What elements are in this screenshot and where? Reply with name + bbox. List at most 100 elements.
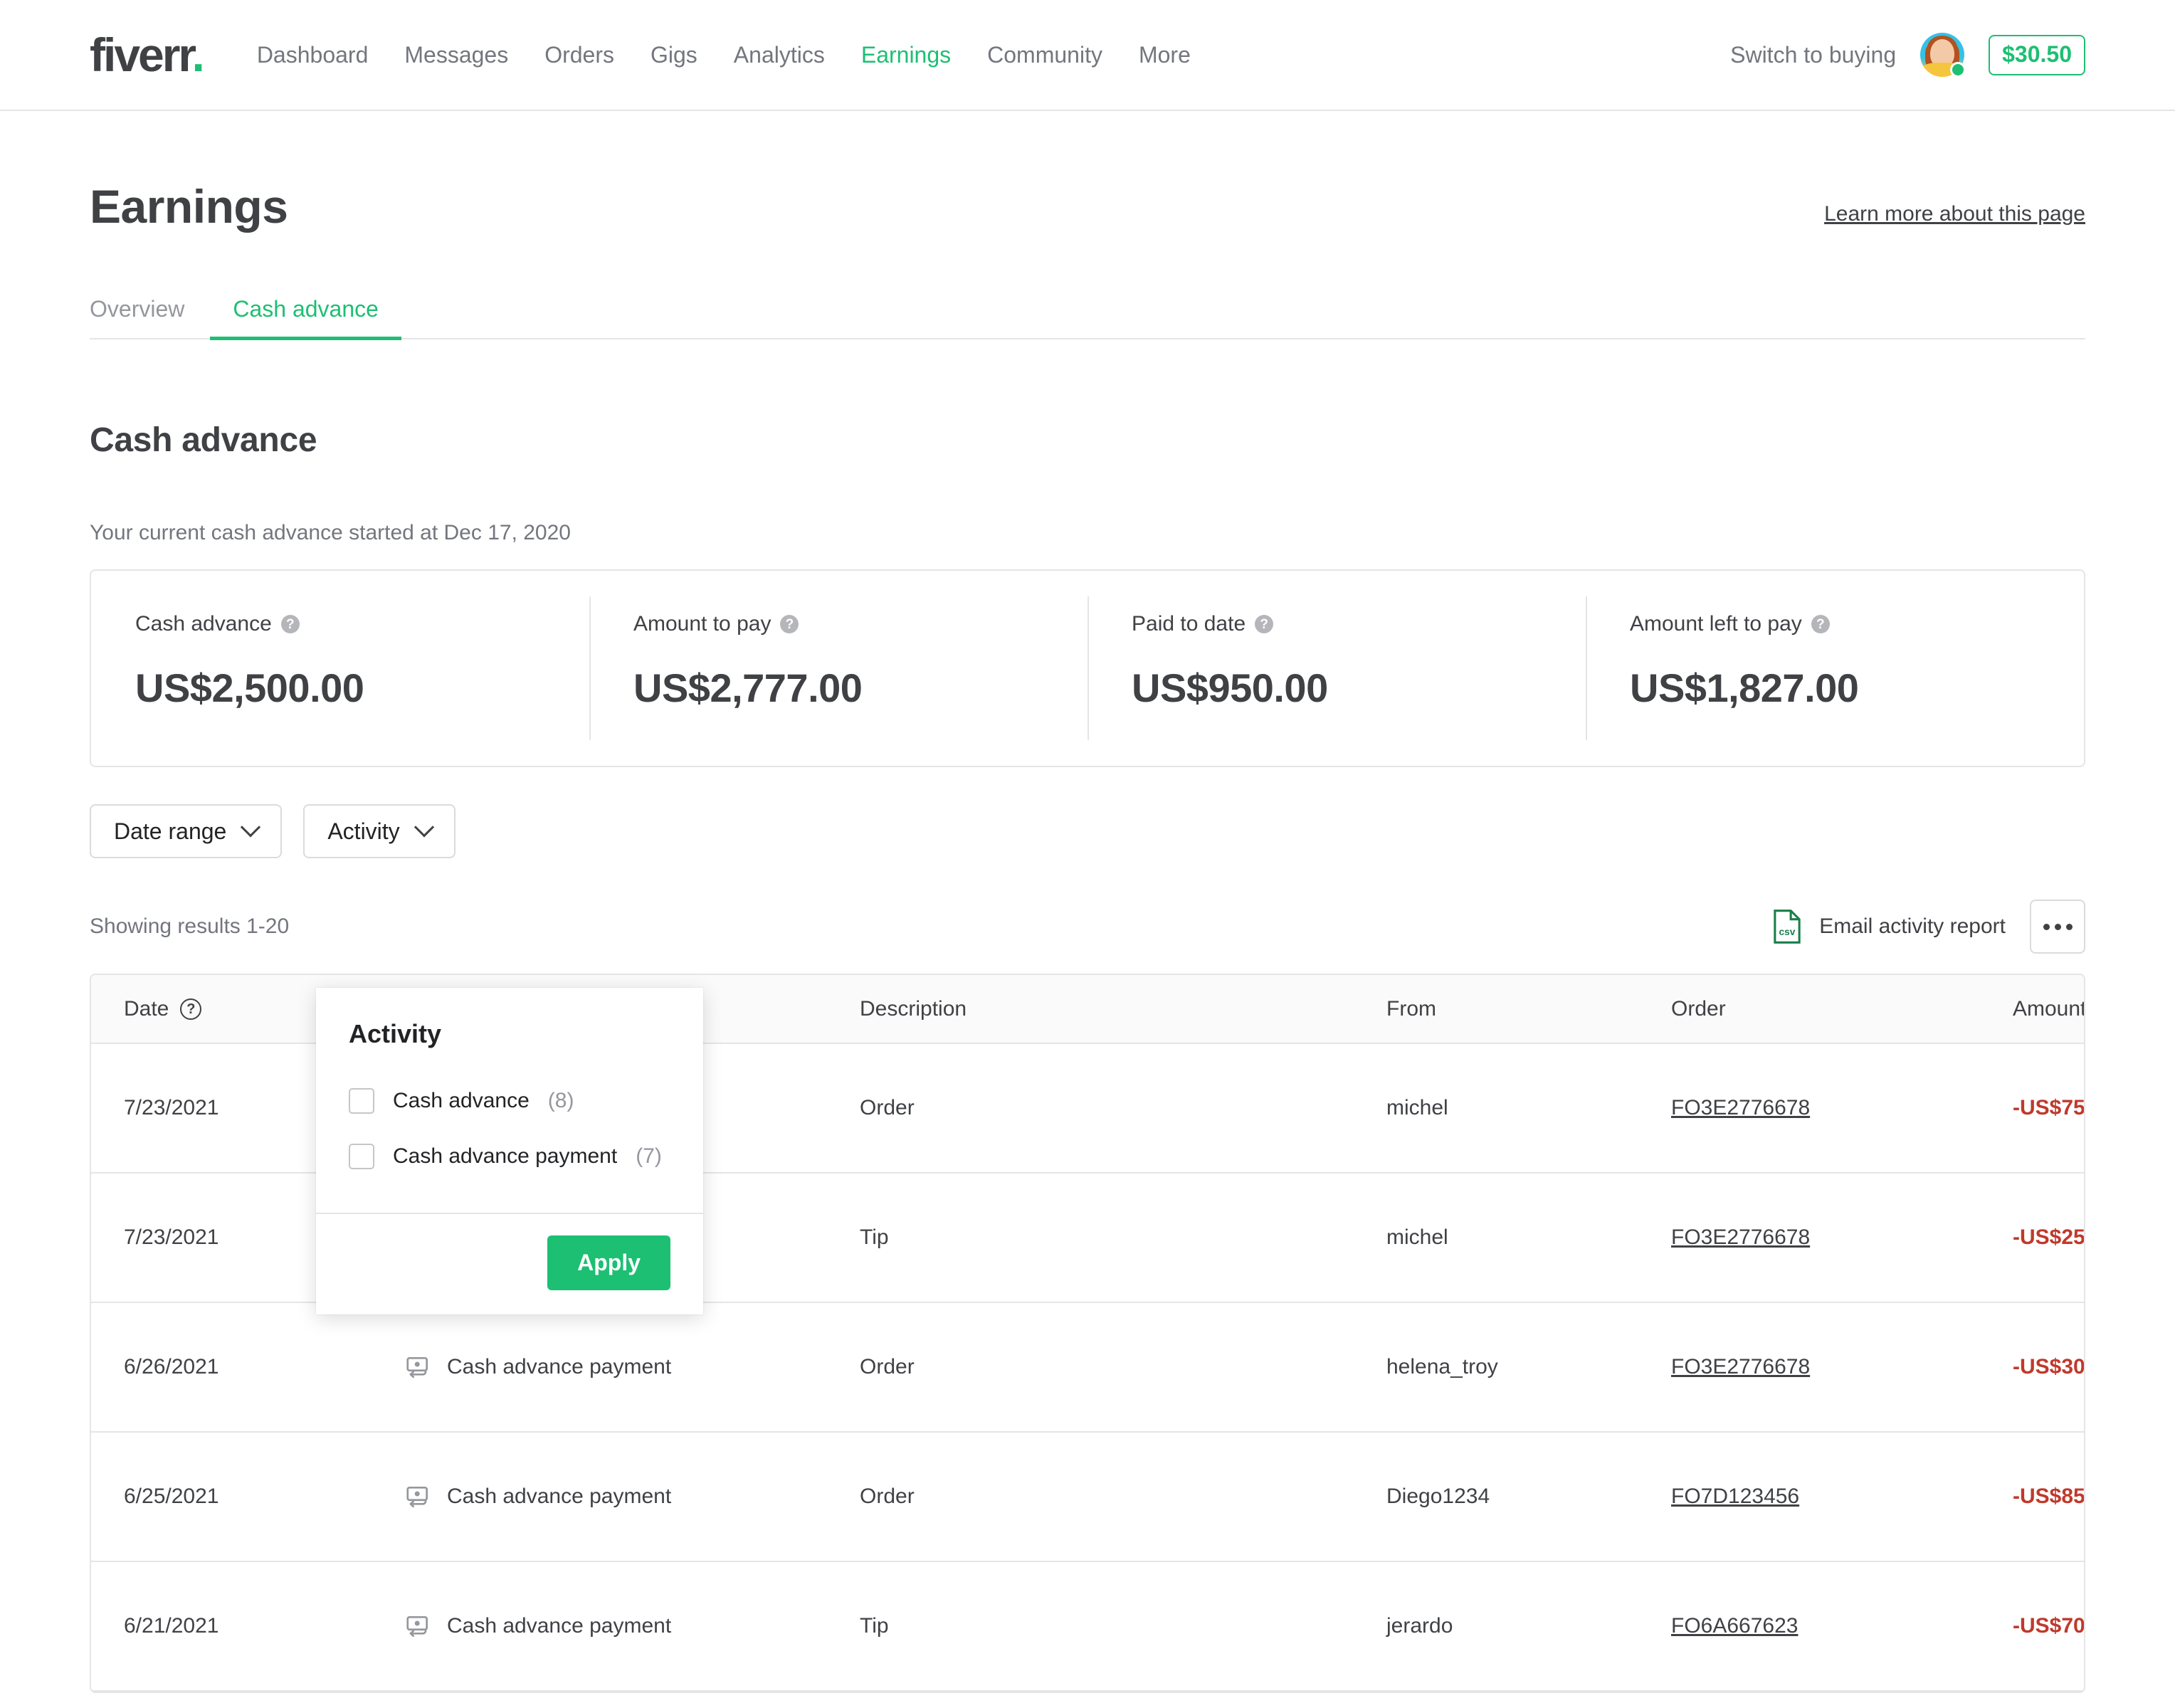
checkbox-cash-advance-payment[interactable]: [349, 1144, 374, 1169]
more-options-button[interactable]: [2030, 900, 2085, 954]
activity-filter-dropdown: Activity Cash advance (8) Cash advance p…: [316, 988, 703, 1314]
summary-label-amount-to-pay: Amount to pay ?: [633, 612, 1088, 636]
dot-icon: [2055, 924, 2061, 930]
column-header-date-label: Date: [124, 997, 169, 1021]
summary-label-text: Amount to pay: [633, 612, 771, 636]
cell-order: FO7D123456: [1671, 1432, 2013, 1561]
cell-amount: -US$85.00: [2013, 1432, 2084, 1561]
top-navigation-bar: fiverr. Dashboard Messages Orders Gigs A…: [0, 0, 2175, 111]
nav-item-orders[interactable]: Orders: [544, 42, 614, 68]
summary-cell-amount-to-pay: Amount to pay ? US$2,777.00: [589, 571, 1088, 766]
cell-activity: Cash advance payment: [404, 1561, 860, 1691]
column-header-order: Order: [1671, 975, 2013, 1043]
help-icon[interactable]: ?: [281, 615, 300, 633]
table-row: 6/21/2021 Cash advance payment: [91, 1561, 2084, 1691]
order-link[interactable]: FO6A667623: [1671, 1614, 1798, 1638]
summary-label-text: Amount left to pay: [1630, 612, 1802, 636]
learn-more-link[interactable]: Learn more about this page: [1824, 202, 2085, 233]
nav-item-dashboard[interactable]: Dashboard: [257, 42, 369, 68]
summary-label-text: Paid to date: [1132, 612, 1246, 636]
switch-to-buying-link[interactable]: Switch to buying: [1730, 42, 1896, 68]
logo-dot: .: [191, 28, 202, 81]
summary-label-cash-advance: Cash advance ?: [135, 612, 589, 636]
section-title: Cash advance: [90, 421, 2085, 460]
avatar[interactable]: [1920, 33, 1964, 77]
nav-item-messages[interactable]: Messages: [404, 42, 508, 68]
apply-button[interactable]: Apply: [547, 1235, 670, 1290]
cell-amount: -US$30.00: [2013, 1302, 2084, 1432]
table-row: 6/25/2021 Cash advance payment: [91, 1432, 2084, 1561]
csv-file-icon: csv: [1772, 910, 1802, 944]
activity-option-count: (7): [636, 1144, 662, 1169]
dot-icon: [2066, 924, 2073, 930]
cell-description: Order: [860, 1432, 1386, 1561]
column-header-description: Description: [860, 975, 1386, 1043]
cell-activity-label: Cash advance payment: [447, 1355, 671, 1379]
column-header-from: From: [1386, 975, 1671, 1043]
cell-order: FO3E2776678: [1671, 1302, 2013, 1432]
cash-advance-start-text: Your current cash advance started at Dec…: [90, 521, 2085, 545]
activity-filter-label: Activity: [327, 818, 399, 845]
cell-amount: -US$25.00: [2013, 1173, 2084, 1302]
order-link[interactable]: FO3E2776678: [1671, 1096, 1810, 1119]
nav-item-more[interactable]: More: [1139, 42, 1191, 68]
cash-advance-payment-icon: [404, 1354, 431, 1381]
results-toolbar: Showing results 1-20 csv Email activity …: [90, 900, 2085, 954]
email-activity-report-button[interactable]: csv Email activity report: [1772, 910, 2006, 944]
activity-dropdown-options: Cash advance (8) Cash advance payment (7…: [316, 1049, 703, 1213]
activity-dropdown-title: Activity: [316, 988, 703, 1049]
filter-bar: Date range Activity: [90, 804, 2085, 858]
column-header-amount: Amount: [2013, 975, 2084, 1043]
cell-amount: -US$70.00: [2013, 1561, 2084, 1691]
order-link[interactable]: FO7D123456: [1671, 1485, 1799, 1508]
tab-cash-advance[interactable]: Cash advance: [210, 296, 401, 338]
date-range-filter-label: Date range: [114, 818, 226, 845]
activity-option-cash-advance[interactable]: Cash advance (8): [349, 1073, 670, 1129]
online-status-dot: [1950, 62, 1966, 78]
activity-filter-button[interactable]: Activity: [303, 804, 455, 858]
summary-cell-amount-left-to-pay: Amount left to pay ? US$1,827.00: [1586, 571, 2084, 766]
help-icon[interactable]: ?: [180, 998, 201, 1020]
nav-item-gigs[interactable]: Gigs: [651, 42, 697, 68]
cell-order: FO6A667623: [1671, 1561, 2013, 1691]
nav-item-earnings[interactable]: Earnings: [861, 42, 951, 68]
nav-item-analytics[interactable]: Analytics: [734, 42, 825, 68]
chevron-down-icon: [414, 817, 434, 837]
table-row: 6/26/2021 Cash advance payment: [91, 1302, 2084, 1432]
balance-badge[interactable]: $30.50: [1989, 35, 2085, 75]
cell-date: 6/25/2021: [91, 1432, 404, 1561]
logo-text: fiverr: [90, 28, 191, 81]
order-link[interactable]: FO3E2776678: [1671, 1225, 1810, 1249]
summary-label-paid-to-date: Paid to date ?: [1132, 612, 1586, 636]
cell-order: FO3E2776678: [1671, 1173, 2013, 1302]
header-right-cluster: Switch to buying $30.50: [1730, 33, 2085, 77]
dot-icon: [2043, 924, 2050, 930]
summary-value-amount-to-pay: US$2,777.00: [633, 665, 1088, 711]
cell-description: Tip: [860, 1561, 1386, 1691]
activity-option-label: Cash advance payment: [393, 1144, 617, 1169]
cell-activity: Cash advance payment: [404, 1302, 860, 1432]
earnings-tabs: Overview Cash advance: [90, 296, 2085, 339]
chevron-down-icon: [241, 817, 260, 837]
help-icon[interactable]: ?: [780, 615, 799, 633]
cell-activity-label: Cash advance payment: [447, 1485, 671, 1509]
help-icon[interactable]: ?: [1811, 615, 1830, 633]
summary-value-paid-to-date: US$950.00: [1132, 665, 1586, 711]
activity-option-cash-advance-payment[interactable]: Cash advance payment (7): [349, 1129, 670, 1184]
cell-from: michel: [1386, 1043, 1671, 1173]
cell-from: Diego1234: [1386, 1432, 1671, 1561]
results-actions: csv Email activity report: [1772, 900, 2085, 954]
cell-from: helena_troy: [1386, 1302, 1671, 1432]
cell-activity-label: Cash advance payment: [447, 1614, 671, 1638]
date-range-filter-button[interactable]: Date range: [90, 804, 282, 858]
help-icon[interactable]: ?: [1255, 615, 1273, 633]
summary-value-cash-advance: US$2,500.00: [135, 665, 589, 711]
order-link[interactable]: FO3E2776678: [1671, 1355, 1810, 1378]
nav-item-community[interactable]: Community: [987, 42, 1102, 68]
fiverr-logo[interactable]: fiverr.: [90, 31, 203, 78]
tab-overview[interactable]: Overview: [90, 296, 210, 338]
checkbox-cash-advance[interactable]: [349, 1088, 374, 1114]
activity-option-count: (8): [548, 1089, 574, 1113]
page-container: Earnings Learn more about this page Over…: [0, 111, 2175, 1693]
cell-date: 6/21/2021: [91, 1561, 404, 1691]
